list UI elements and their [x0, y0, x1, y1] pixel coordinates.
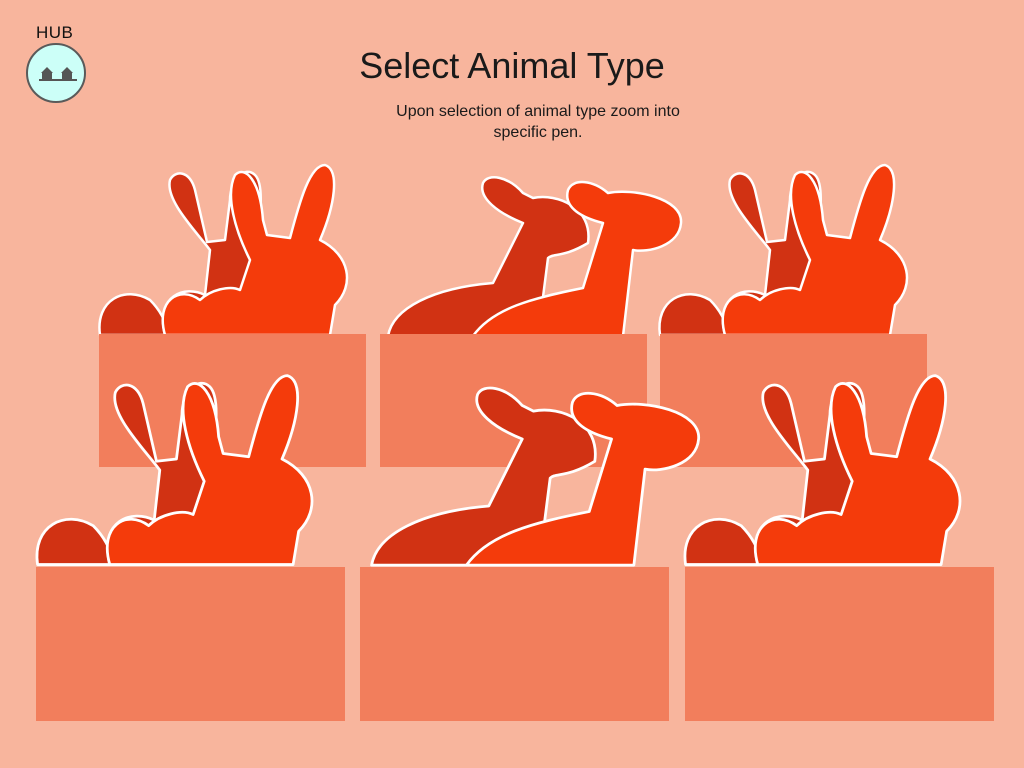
hub-label: HUB [36, 23, 74, 42]
page-title: Select Animal Type [359, 45, 665, 86]
page-subtitle: Upon selection of animal type zoom into … [396, 103, 680, 141]
giraffe-icon[interactable] [383, 168, 693, 338]
rabbit-icon[interactable] [95, 160, 365, 338]
pen-5[interactable] [360, 567, 669, 721]
pen-4[interactable] [36, 567, 345, 721]
giraffe-icon[interactable] [366, 375, 712, 570]
rabbit-icon[interactable] [32, 368, 332, 570]
rabbit-icon[interactable] [655, 160, 925, 338]
rabbit-icon[interactable] [680, 368, 980, 570]
pen-6[interactable] [685, 567, 994, 721]
